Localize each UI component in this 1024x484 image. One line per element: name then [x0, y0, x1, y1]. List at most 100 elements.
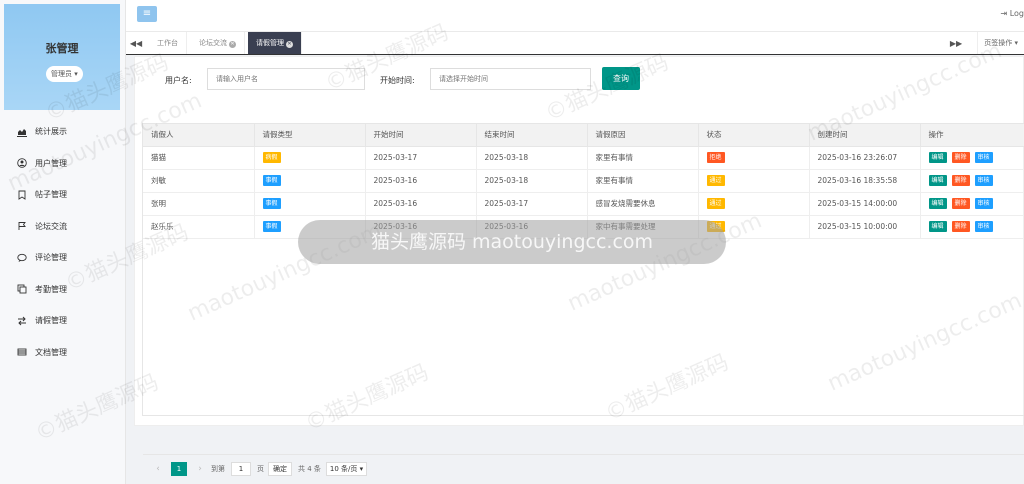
cell-type: 病假 — [254, 146, 366, 170]
tab-workbench[interactable]: 工作台 — [149, 32, 187, 54]
cell-type: 事假 — [254, 169, 366, 193]
cell-created: 2025-03-16 18:35:58 — [809, 169, 921, 193]
sidebar-nav: 统计展示 用户管理 帖子管理 论坛交流 评论管理 考勤管理 请假管理 文档管理 — [0, 116, 126, 368]
cell-status: 通过 — [698, 169, 810, 193]
delete-button[interactable]: 删除 — [951, 175, 970, 186]
column-header: 请假类型 — [254, 124, 366, 147]
menu-toggle-button[interactable]: ≡ — [137, 6, 157, 22]
cell-start: 2025-03-16 — [365, 169, 477, 193]
username-label: 用户名: — [165, 76, 192, 85]
sidebar-item-users[interactable]: 用户管理 — [0, 148, 126, 180]
sidebar-item-label: 用户管理 — [35, 158, 67, 168]
cell-status: 通过 — [698, 192, 810, 216]
column-header: 操作 — [920, 124, 1024, 147]
table-header-row: 请假人 请假类型 开始时间 结束时间 请假原因 状态 创建时间 操作 — [143, 124, 1024, 147]
cell-actions: 编辑 删除 审核 — [920, 192, 1024, 216]
audit-button[interactable]: 审核 — [974, 152, 993, 163]
start-time-label: 开始时间: — [380, 76, 415, 85]
tab-scroll-left-icon[interactable]: ◀◀ — [126, 32, 146, 54]
edit-button[interactable]: 编辑 — [928, 152, 947, 163]
bookmark-icon — [16, 189, 28, 201]
cell-status: 通过 — [698, 215, 810, 239]
status-badge: 通过 — [706, 175, 725, 186]
delete-button[interactable]: 删除 — [951, 198, 970, 209]
delete-button[interactable]: 删除 — [951, 221, 970, 232]
prev-page-icon[interactable]: ‹ — [151, 464, 165, 474]
query-button[interactable]: 查询 — [602, 67, 640, 90]
list-icon — [16, 346, 28, 358]
comment-icon — [16, 252, 28, 264]
cell-name: 刘敏 — [143, 169, 255, 193]
status-badge: 通过 — [706, 221, 725, 232]
cell-created: 2025-03-15 14:00:00 — [809, 192, 921, 216]
audit-button[interactable]: 审核 — [974, 198, 993, 209]
column-header: 状态 — [698, 124, 810, 147]
sidebar-item-label: 文档管理 — [35, 347, 67, 357]
cell-created: 2025-03-16 23:26:07 — [809, 146, 921, 170]
cell-type: 事假 — [254, 215, 366, 239]
cell-reason: 家中有事需要处理 — [587, 215, 699, 239]
column-header: 结束时间 — [476, 124, 588, 147]
pagination: ‹ 1 › 到第 1 页 确定 共 4 条 10 条/页 ▾ — [143, 454, 1024, 482]
username-input[interactable] — [207, 68, 365, 90]
main-content: 用户名: 开始时间: 查询 请假人 请假类型 开始时间 结束时间 请假原因 状态… — [134, 56, 1024, 476]
flag-icon — [16, 220, 28, 232]
page-ops-dropdown[interactable]: 页签操作 ▾ — [977, 32, 1024, 54]
sidebar-item-posts[interactable]: 帖子管理 — [0, 179, 126, 211]
cell-end: 2025-03-16 — [476, 215, 588, 239]
delete-button[interactable]: 删除 — [951, 152, 970, 163]
cell-created: 2025-03-15 10:00:00 — [809, 215, 921, 239]
sidebar-item-label: 统计展示 — [35, 127, 67, 137]
type-badge: 事假 — [262, 175, 281, 186]
sidebar: 张管理 管理员 ▾ 统计展示 用户管理 帖子管理 论坛交流 评论管理 考勤管理 — [0, 0, 126, 484]
sidebar-item-forum[interactable]: 论坛交流 — [0, 211, 126, 243]
cell-actions: 编辑 删除 审核 — [920, 146, 1024, 170]
tab-leave[interactable]: 请假管理 ✕ — [248, 32, 302, 54]
close-icon[interactable]: ✕ — [229, 41, 236, 48]
copy-icon — [16, 283, 28, 295]
cell-name: 猫猫 — [143, 146, 255, 170]
sidebar-item-docs[interactable]: 文档管理 — [0, 337, 126, 369]
cell-type: 事假 — [254, 192, 366, 216]
type-badge: 事假 — [262, 198, 281, 209]
logout-link[interactable]: ⇥ Log — [1000, 9, 1024, 18]
cell-name: 张明 — [143, 192, 255, 216]
exchange-icon — [16, 315, 28, 327]
sidebar-item-label: 考勤管理 — [35, 284, 67, 294]
status-badge: 拒绝 — [706, 152, 725, 163]
cell-name: 赵乐乐 — [143, 215, 255, 239]
edit-button[interactable]: 编辑 — [928, 175, 947, 186]
sidebar-item-label: 请假管理 — [35, 316, 67, 326]
goto-confirm-button[interactable]: 确定 — [268, 461, 292, 476]
tab-forum[interactable]: 论坛交流 ✕ — [191, 32, 245, 54]
page-size-select[interactable]: 10 条/页 ▾ — [325, 461, 368, 476]
cell-status: 拒绝 — [698, 146, 810, 170]
total-count: 共 4 条 — [298, 464, 321, 473]
cell-start: 2025-03-16 — [365, 215, 477, 239]
status-badge: 通过 — [706, 198, 725, 209]
role-dropdown[interactable]: 管理员 ▾ — [46, 66, 83, 82]
cell-reason: 家里有事情 — [587, 169, 699, 193]
sidebar-item-leave[interactable]: 请假管理 — [0, 305, 126, 337]
sidebar-item-label: 论坛交流 — [35, 221, 67, 231]
column-header: 请假人 — [143, 124, 255, 147]
tab-label: 工作台 — [157, 39, 178, 47]
edit-button[interactable]: 编辑 — [928, 198, 947, 209]
tab-label: 论坛交流 — [199, 39, 227, 47]
next-page-icon[interactable]: › — [193, 464, 207, 474]
sidebar-item-stats[interactable]: 统计展示 — [0, 116, 126, 148]
cell-start: 2025-03-17 — [365, 146, 477, 170]
sidebar-item-attendance[interactable]: 考勤管理 — [0, 274, 126, 306]
goto-page-input[interactable]: 1 — [231, 461, 251, 476]
page-number-current[interactable]: 1 — [171, 461, 187, 476]
start-time-input[interactable] — [430, 68, 591, 90]
audit-button[interactable]: 审核 — [974, 175, 993, 186]
edit-button[interactable]: 编辑 — [928, 221, 947, 232]
audit-button[interactable]: 审核 — [974, 221, 993, 232]
type-badge: 病假 — [262, 152, 281, 163]
cell-start: 2025-03-16 — [365, 192, 477, 216]
close-icon[interactable]: ✕ — [286, 41, 293, 48]
sidebar-item-comments[interactable]: 评论管理 — [0, 242, 126, 274]
tab-scroll-right-icon[interactable]: ▶▶ — [946, 32, 966, 54]
table-row: 张明 事假 2025-03-16 2025-03-17 感冒发烧需要休息 通过 … — [143, 192, 1024, 216]
